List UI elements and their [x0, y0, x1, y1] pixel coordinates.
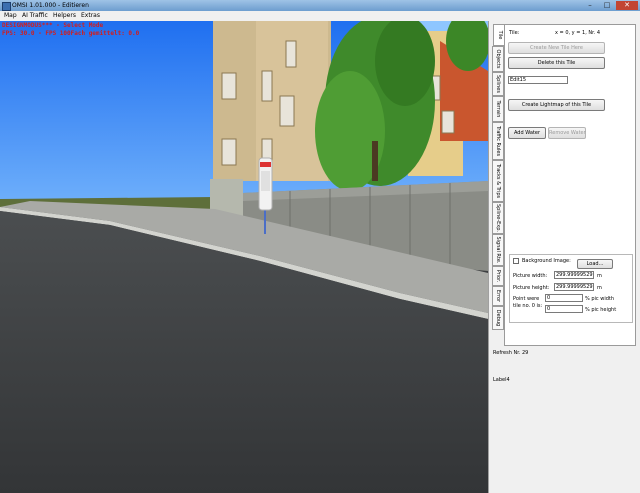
tile-name-field[interactable]: Edit15	[508, 76, 568, 84]
menu-ai-traffic[interactable]: AI Traffic	[22, 12, 48, 19]
picture-width-label: Picture width:	[513, 273, 548, 279]
create-lightmap-button[interactable]: Create Lightmap of this Tile	[508, 99, 605, 111]
point-label-2: tile no. 0 is:	[513, 303, 543, 309]
maximize-icon[interactable]: □	[599, 1, 615, 10]
picture-height-unit: m	[597, 285, 602, 291]
vertical-tab-strip: Tile Objects Splines Terrain Traffic Rul…	[492, 24, 505, 354]
tab-objects[interactable]: Objects	[492, 46, 504, 72]
menu-extras[interactable]: Extras	[81, 12, 100, 19]
point-y-field[interactable]: 0	[545, 305, 583, 313]
tab-traffic-rules[interactable]: Traffic Rules	[492, 122, 504, 160]
point-label-1: Point were	[513, 296, 540, 302]
label4: Label4	[493, 377, 510, 383]
window-controls: – □ ✕	[581, 1, 638, 10]
picture-height-field[interactable]: 299.999995292	[554, 283, 594, 291]
pic-height-suffix: % pic height	[585, 307, 617, 313]
debug-fps-text: FPS: 30.0 - FPS 100Fach gemittelt: 0.0	[2, 30, 140, 37]
background-image-checkbox[interactable]	[513, 258, 519, 264]
app-icon	[2, 2, 11, 11]
pic-width-suffix: % pic width	[585, 296, 615, 302]
menu-helpers[interactable]: Helpers	[53, 12, 76, 19]
remove-water-button[interactable]: Remove Water	[548, 127, 586, 139]
point-x-field[interactable]: 0	[545, 294, 583, 302]
tab-signal-rte[interactable]: Signal Rte.	[492, 234, 504, 266]
close-icon[interactable]: ✕	[616, 1, 638, 10]
tab-debug[interactable]: Debug	[492, 306, 504, 330]
tab-tracks-trips[interactable]: Tracks & Trips	[492, 160, 504, 202]
tab-prior[interactable]: Prior.	[492, 266, 504, 286]
tab-error[interactable]: Error	[492, 286, 504, 306]
add-water-button[interactable]: Add Water	[508, 127, 546, 139]
menu-map[interactable]: Map	[4, 12, 17, 19]
tile-panel: Tile: x = 0, y = 1, Nr. 4 Create New Til…	[504, 24, 636, 346]
3d-viewport[interactable]: DESIGNMODUS*** - Select Mode FPS: 30.0 -…	[0, 21, 488, 493]
debug-mode-text: DESIGNMODUS*** - Select Mode	[2, 22, 104, 29]
tile-label: Tile:	[509, 30, 520, 36]
load-button[interactable]: Load...	[577, 259, 613, 269]
minimize-icon[interactable]: –	[582, 1, 598, 10]
tab-spline-exp[interactable]: Spline-Exp.	[492, 202, 504, 234]
picture-width-unit: m	[597, 273, 602, 279]
window-title: OMSI 1.01.000 - Editieren	[12, 2, 89, 9]
refresh-counter: Refresh Nr. 29	[493, 350, 529, 356]
background-image-group: Background Image: Load... Picture width:…	[509, 254, 633, 323]
delete-tile-button[interactable]: Delete this Tile	[508, 57, 605, 69]
picture-height-label: Picture height:	[513, 285, 550, 291]
create-new-tile-button[interactable]: Create New Tile Here	[508, 42, 605, 54]
tab-splines[interactable]: Splines	[492, 72, 504, 96]
editor-sidebar: Tile Objects Splines Terrain Traffic Rul…	[488, 21, 640, 493]
tab-terrain[interactable]: Terrain	[492, 96, 504, 122]
scene-graphic	[0, 21, 488, 493]
background-image-label: Background Image:	[522, 258, 571, 264]
picture-width-field[interactable]: 299.999995292	[554, 271, 594, 279]
tile-coords: x = 0, y = 1, Nr. 4	[555, 30, 601, 36]
